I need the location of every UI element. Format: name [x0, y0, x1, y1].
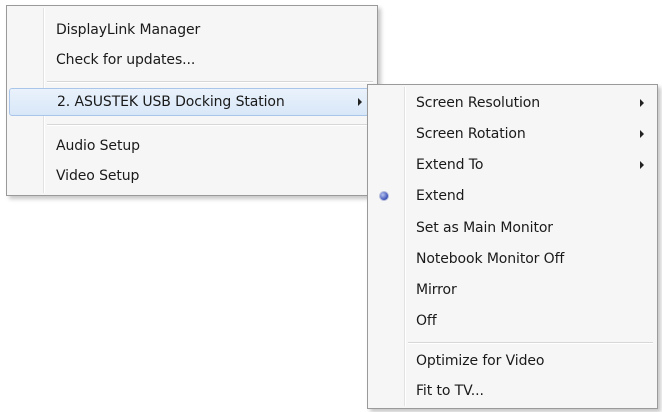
docking-station-submenu: Screen Resolution Screen Rotation Extend… [367, 84, 658, 409]
submenu-item-screen-rotation[interactable]: Screen Rotation [370, 120, 655, 148]
submenu-item-mirror[interactable]: Mirror [370, 276, 655, 304]
submenu-item-notebook-monitor-off[interactable]: Notebook Monitor Off [370, 245, 655, 273]
menu-item-label: DisplayLink Manager [56, 22, 201, 38]
chevron-right-icon [358, 98, 362, 106]
menu-separator [47, 124, 373, 126]
menu-item-label: Extend To [416, 157, 484, 173]
chevron-right-icon [640, 161, 644, 169]
menu-item-label: Off [416, 313, 437, 329]
menu-item-video-setup[interactable]: Video Setup [9, 162, 375, 190]
radio-dot-icon [380, 192, 388, 200]
menu-item-label: Extend [416, 188, 465, 204]
submenu-item-off[interactable]: Off [370, 307, 655, 335]
menu-item-label: 2. ASUSTEK USB Docking Station [57, 94, 285, 110]
menu-item-usb-docking-station[interactable]: 2. ASUSTEK USB Docking Station [9, 88, 375, 116]
menu-item-label: Notebook Monitor Off [416, 251, 565, 267]
submenu-item-set-as-main-monitor[interactable]: Set as Main Monitor [370, 214, 655, 242]
menu-item-check-for-updates[interactable]: Check for updates... [9, 46, 375, 74]
submenu-item-extend-to[interactable]: Extend To [370, 151, 655, 179]
menu-item-label: Audio Setup [56, 138, 140, 154]
menu-separator [47, 81, 373, 83]
desktop-area: DisplayLink Manager Check for updates...… [0, 0, 662, 412]
menu-item-label: Screen Resolution [416, 95, 541, 111]
submenu-item-optimize-for-video[interactable]: Optimize for Video [370, 347, 655, 375]
menu-item-displaylink-manager[interactable]: DisplayLink Manager [9, 16, 375, 44]
submenu-item-fit-to-tv[interactable]: Fit to TV... [370, 377, 655, 405]
menu-separator [408, 342, 653, 344]
submenu-item-extend[interactable]: Extend [370, 182, 655, 210]
menu-item-label: Check for updates... [56, 52, 196, 68]
menu-item-label: Screen Rotation [416, 126, 526, 142]
displaylink-context-menu: DisplayLink Manager Check for updates...… [6, 5, 378, 196]
menu-item-label: Set as Main Monitor [416, 220, 553, 236]
chevron-right-icon [640, 99, 644, 107]
menu-item-label: Video Setup [56, 168, 140, 184]
menu-item-label: Optimize for Video [416, 353, 545, 369]
submenu-item-screen-resolution[interactable]: Screen Resolution [370, 89, 655, 117]
chevron-right-icon [640, 130, 644, 138]
menu-item-audio-setup[interactable]: Audio Setup [9, 132, 375, 160]
menu-item-label: Mirror [416, 282, 457, 298]
menu-item-label: Fit to TV... [416, 383, 484, 399]
